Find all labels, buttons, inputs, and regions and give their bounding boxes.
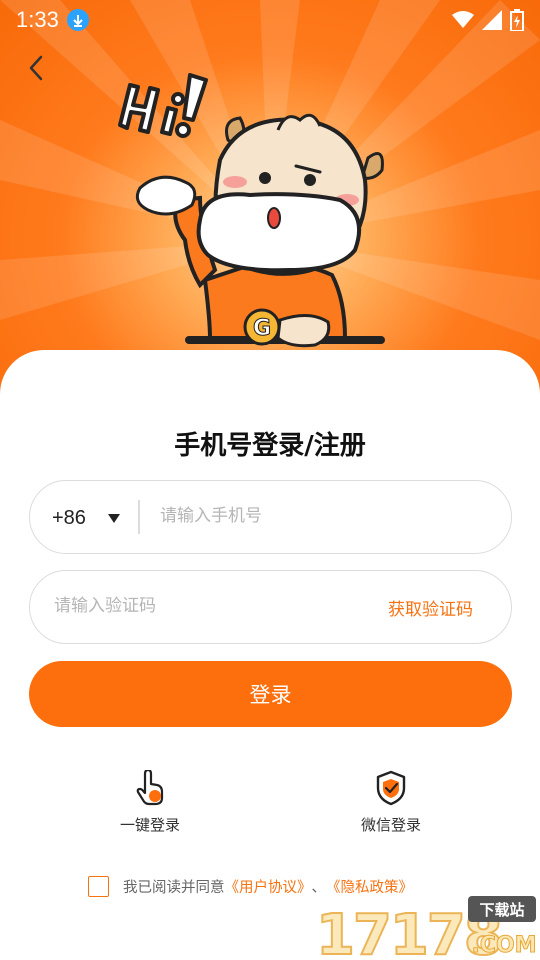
wechat-login-button[interactable]: 微信登录 [321, 770, 461, 835]
site-watermark-logo: 17178 下载站 .COM [315, 896, 537, 960]
status-bar: 1:33 [0, 0, 540, 40]
agreement-prefix: 我已阅读并同意 [123, 880, 225, 896]
touch-icon [136, 770, 164, 806]
verification-code-field: 获取验证码 [29, 570, 512, 644]
get-code-button[interactable]: 获取验证码 [388, 571, 473, 643]
signal-icon [482, 10, 502, 30]
country-code-selector[interactable]: +86 [52, 481, 120, 555]
status-time: 1:33 [16, 7, 59, 32]
page-title: 手机号登录/注册 [174, 431, 366, 461]
field-divider [138, 500, 140, 534]
chevron-left-icon [29, 55, 43, 81]
svg-text:G: G [253, 316, 271, 341]
back-button[interactable] [18, 50, 54, 86]
battery-icon [510, 9, 524, 31]
phone-input[interactable] [160, 481, 490, 551]
wechat-login-label: 微信登录 [360, 816, 421, 834]
hi-greeting-graphic [118, 73, 208, 138]
agreement-checkbox[interactable] [88, 876, 109, 897]
one-click-login-button[interactable]: 一键登录 [80, 770, 220, 835]
verification-code-input[interactable] [54, 571, 354, 641]
country-code-value: +86 [52, 506, 86, 529]
caret-down-icon [107, 513, 120, 523]
login-button[interactable]: 登录 [29, 661, 512, 727]
user-agreement-link[interactable]: 《用户协议》 [225, 876, 312, 897]
svg-text:.COM: .COM [471, 933, 536, 958]
wifi-icon [452, 11, 474, 28]
svg-text:下载站: 下载站 [479, 901, 524, 919]
shield-icon [376, 770, 406, 806]
download-icon [66, 9, 89, 31]
mascot-illustration: G [118, 73, 385, 348]
one-click-login-label: 一键登录 [119, 816, 180, 834]
phone-field: +86 [29, 480, 512, 554]
